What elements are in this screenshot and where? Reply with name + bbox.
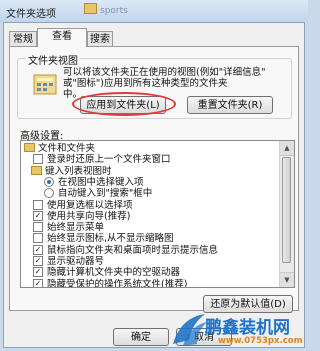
list-item-label: 显示驱动器号	[47, 256, 105, 267]
list-item-label: 登录时还原上一个文件夹窗口	[47, 154, 171, 166]
radio-button[interactable]	[44, 176, 54, 187]
list-item-label: 自动键入到"搜索"框中	[58, 188, 153, 200]
checkbox[interactable]	[33, 222, 43, 233]
reset-folders-button[interactable]: 重置文件夹(R)	[187, 96, 273, 114]
watermark-brand: 鹏鑫装机网	[205, 318, 290, 338]
apply-to-folders-button[interactable]: 应用到文件夹(L)	[80, 96, 166, 114]
list-scrollbar[interactable]: ▲ ▼	[279, 141, 294, 287]
list-item-label: 隐藏计算机文件夹中的空驱动器	[47, 267, 181, 279]
checkbox[interactable]: ✓	[33, 256, 43, 266]
scroll-up-icon[interactable]: ▲	[280, 141, 294, 156]
tab-general[interactable]: 常规	[9, 31, 37, 46]
checkbox[interactable]: ✓	[33, 210, 43, 221]
list-item-label: 始终显示菜单	[47, 222, 105, 234]
folder-icon	[31, 165, 42, 175]
checkbox[interactable]: ✓	[33, 267, 43, 278]
radio-button[interactable]	[44, 188, 54, 199]
tab-view[interactable]: 查看	[37, 28, 87, 47]
list-item-label: 键入列表视图时	[45, 165, 112, 177]
list-item-label: 使用复选框以选择项	[47, 199, 133, 211]
scroll-down-icon[interactable]: ▼	[280, 272, 294, 287]
advanced-settings-list[interactable]: ✓ 隐藏受保护的操作系统文件(推荐) ✓ 隐藏计算机文件夹中的空驱动器 ✓ 显示驱动器号 ✓…	[20, 140, 295, 288]
checkbox[interactable]: ✓	[33, 278, 43, 287]
background-window-title: sports	[84, 3, 128, 16]
checkbox[interactable]	[33, 199, 43, 210]
ok-button[interactable]: 确定	[113, 328, 169, 346]
folder-views-label: 文件夹视图	[26, 52, 80, 67]
scroll-thumb[interactable]	[282, 157, 291, 263]
list-item-label: 文件和文件夹	[38, 143, 96, 154]
watermark-url: www.0753px.com	[218, 336, 303, 346]
checkbox[interactable]	[33, 154, 43, 165]
list-item-label: 使用共享向导(推荐)	[47, 210, 131, 222]
title-bar: 文件夹选项 sports	[0, 0, 308, 22]
window-title: 文件夹选项	[6, 9, 56, 20]
folder-views-icon	[33, 74, 57, 95]
folder-icon	[24, 143, 35, 152]
checkbox[interactable]: ✓	[33, 244, 43, 255]
checkbox[interactable]	[33, 233, 43, 244]
list-item-label: 在视图中选择键入项	[58, 176, 144, 188]
folder-icon	[84, 3, 97, 14]
tab-search[interactable]: 搜索	[87, 31, 113, 46]
list-item-label: 始终显示图标,从不显示缩略图	[47, 233, 174, 245]
list-item-label: 鼠标指向文件夹和桌面项时显示提示信息	[47, 244, 219, 256]
